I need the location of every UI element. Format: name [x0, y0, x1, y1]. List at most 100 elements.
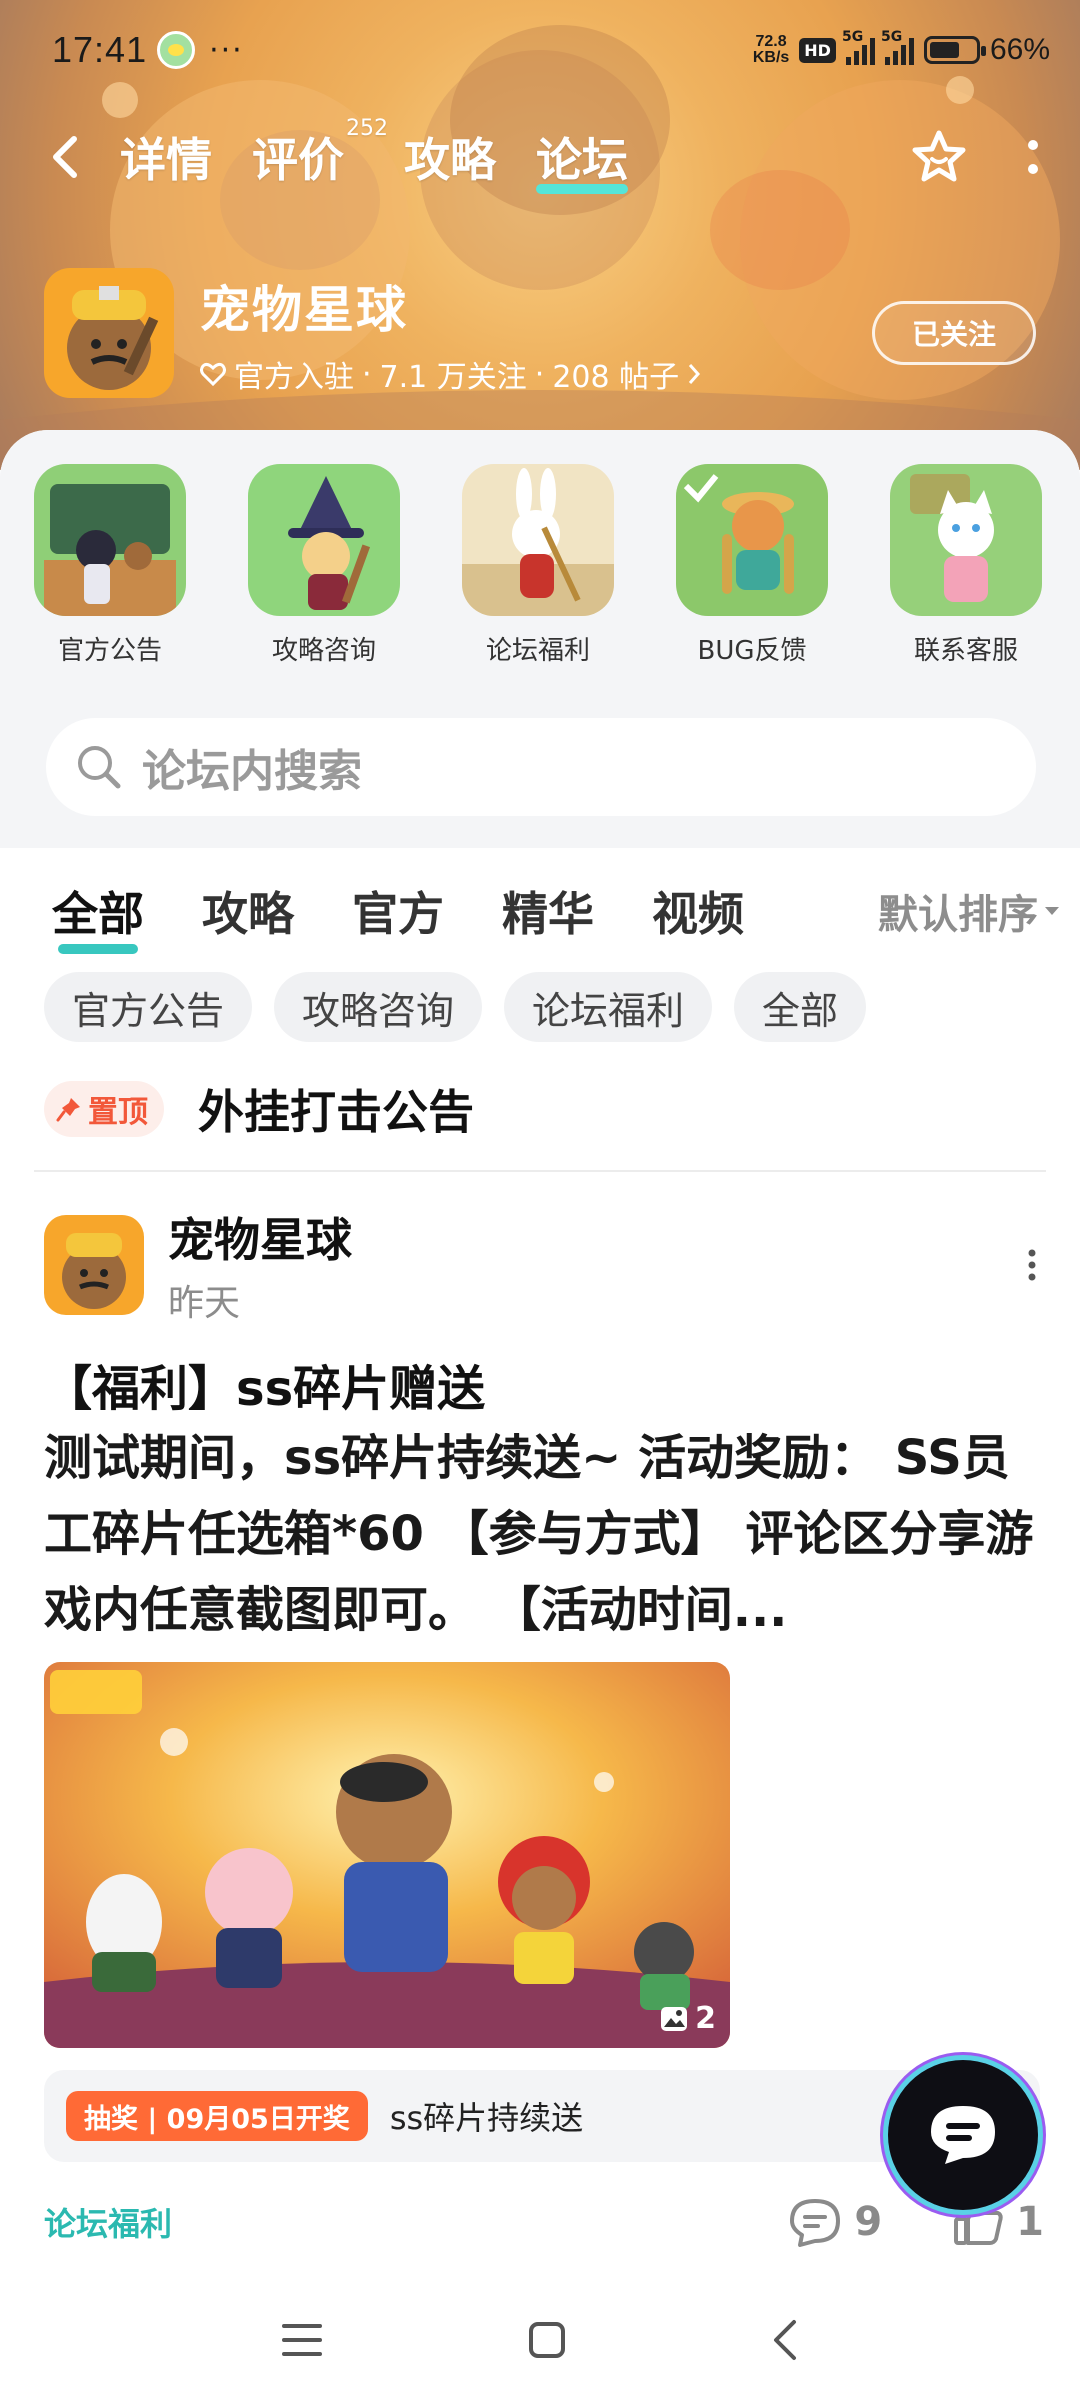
shortcut-guide-consult-image	[248, 464, 400, 616]
network-speed-unit: KB/s	[752, 49, 790, 66]
tab-guides[interactable]: 攻略	[404, 124, 496, 190]
author-info: 宠物星球 昨天	[168, 1204, 352, 1326]
back-button[interactable]	[50, 127, 100, 187]
sort-label: 默认排序	[878, 892, 1038, 938]
section-divider	[34, 1170, 1046, 1172]
forum-search-bar[interactable]: 论坛内搜索	[46, 718, 1036, 816]
tab-reviews-label: 评价	[252, 133, 344, 187]
pinned-title[interactable]: 外挂打击公告	[198, 1076, 474, 1142]
back-icon[interactable]	[772, 2319, 798, 2361]
post-stats: 9 1	[718, 2197, 1044, 2247]
like-count: 1	[1016, 2199, 1044, 2245]
post-image-art	[44, 1662, 730, 2048]
search-icon	[78, 746, 121, 789]
post-image[interactable]: 2	[44, 1662, 730, 2048]
chat-fab-button[interactable]	[888, 2060, 1038, 2210]
pin-icon	[56, 1098, 80, 1122]
chevron-left-icon	[53, 136, 77, 178]
game-info: 宠物星球 官方入驻 · 7.1 万关注 · 208 帖子	[200, 270, 701, 396]
shortcut-label: 官方公告	[57, 636, 162, 666]
shortcut-customer-service-image	[890, 464, 1042, 616]
signal-icon: 5G	[842, 29, 875, 65]
pinned-badge-label: 置顶	[88, 1095, 148, 1130]
post-category-tag[interactable]: 论坛福利	[44, 2199, 172, 2245]
home-icon[interactable]	[527, 2320, 567, 2360]
comment-icon	[790, 2199, 841, 2247]
shortcut-forum-welfare-image	[462, 464, 614, 616]
more-notifications-icon: ···	[209, 32, 244, 68]
review-count: 252	[346, 116, 388, 141]
filter-tab-official[interactable]: 官方	[352, 878, 444, 944]
post-header: 宠物星球 昨天	[44, 1210, 1044, 1324]
game-title: 宠物星球	[200, 281, 408, 339]
status-bar: 17:41 ··· 72.8 KB/s HD 5G 5G 66%	[52, 26, 1050, 74]
star-outline-icon[interactable]	[910, 129, 968, 185]
sort-dropdown[interactable]: 默认排序	[878, 882, 1060, 940]
lottery-tag: 抽奖 | 09月05日开奖	[66, 2091, 368, 2141]
game-info-row: 宠物星球 官方入驻 · 7.1 万关注 · 208 帖子 已关注	[44, 268, 1036, 398]
comment-count: 9	[854, 2199, 883, 2245]
shortcut-customer-service[interactable]: 联系客服	[890, 464, 1042, 667]
game-header: 17:41 ··· 72.8 KB/s HD 5G 5G 66% 详情 评价 2…	[0, 0, 1080, 470]
network-type: 5G	[841, 29, 864, 45]
filter-tabs: 全部 攻略 官方 精华 视频 默认排序	[52, 876, 1060, 954]
chat-bubble-icon	[931, 2106, 995, 2164]
chip-official-notice[interactable]: 官方公告	[44, 972, 253, 1042]
shortcut-official-notice-image	[34, 464, 186, 616]
shortcut-label: 论坛福利	[485, 636, 590, 666]
battery-fill	[929, 42, 959, 58]
battery-icon	[923, 36, 986, 64]
official-label: 官方入驻	[234, 360, 354, 395]
shortcut-guide-consult[interactable]: 攻略咨询	[248, 464, 400, 667]
caret-down-icon	[1045, 907, 1059, 915]
system-nav-bar	[0, 2280, 1080, 2400]
chip-all[interactable]: 全部	[734, 972, 867, 1042]
chip-forum-welfare[interactable]: 论坛福利	[504, 972, 713, 1042]
game-icon[interactable]	[44, 268, 174, 398]
gallery-icon	[661, 2006, 688, 2031]
meta-separator: ·	[534, 356, 545, 392]
tab-forum[interactable]: 论坛	[536, 124, 628, 194]
shortcut-bug-report[interactable]: BUG反馈	[676, 464, 828, 667]
chip-guide-consult[interactable]: 攻略咨询	[274, 972, 483, 1042]
status-time: 17:41	[52, 29, 148, 70]
shortcut-label: 联系客服	[913, 636, 1018, 666]
pinned-post[interactable]: 置顶 外挂打击公告	[44, 1074, 1036, 1144]
shortcut-label: BUG反馈	[697, 636, 807, 666]
shortcut-bug-report-image	[676, 464, 828, 616]
more-vertical-icon[interactable]	[1026, 137, 1040, 177]
post-body: 测试期间，ss碎片持续送~ 活动奖励： SS员工碎片任选箱*60 【参与方式】 …	[44, 1430, 1034, 1638]
post-footer: 论坛福利 9 1	[44, 2192, 1044, 2252]
game-meta[interactable]: 官方入驻 · 7.1 万关注 · 208 帖子	[200, 352, 701, 396]
tab-details[interactable]: 详情	[120, 124, 212, 190]
category-chips: 官方公告 攻略咨询 论坛福利 全部	[44, 972, 867, 1042]
comment-button[interactable]: 9	[788, 2197, 882, 2247]
chevron-right-icon	[689, 364, 701, 384]
post-title: 【福利】ss碎片赠送	[44, 1361, 486, 1417]
post-time: 昨天	[168, 1283, 241, 1324]
author-name[interactable]: 宠物星球	[168, 1204, 352, 1270]
follow-button[interactable]: 已关注	[872, 301, 1036, 365]
shortcut-official-notice[interactable]: 官方公告	[34, 464, 186, 667]
pinned-badge: 置顶	[44, 1081, 164, 1137]
meta-separator: ·	[362, 356, 372, 392]
notification-app-icon	[157, 31, 196, 69]
post-more-button[interactable]	[1012, 1235, 1052, 1295]
filter-tab-video[interactable]: 视频	[652, 878, 744, 944]
network-type-2: 5G	[880, 29, 903, 45]
image-count-badge: 2	[659, 2001, 716, 2036]
filter-tab-featured[interactable]: 精华	[502, 878, 594, 944]
shortcut-forum-welfare[interactable]: 论坛福利	[462, 464, 614, 667]
tab-reviews[interactable]: 评价 252	[252, 116, 388, 190]
filter-tab-all[interactable]: 全部	[52, 878, 144, 954]
heart-shield-icon	[200, 362, 226, 386]
quick-panel: 官方公告 攻略咨询 论坛福利 BUG反馈 联系客服 论坛内搜索	[0, 430, 1080, 848]
avatar[interactable]	[44, 1215, 144, 1315]
post-card[interactable]: 宠物星球 昨天 【福利】ss碎片赠送 测试期间，ss碎片持续送~ 活动奖励： S…	[44, 1210, 1044, 2252]
top-nav: 详情 评价 252 攻略 论坛	[50, 116, 1040, 194]
battery-percent: 66%	[989, 33, 1050, 66]
filter-tab-guides[interactable]: 攻略	[202, 878, 294, 944]
menu-icon[interactable]	[282, 2322, 323, 2358]
search-input[interactable]: 论坛内搜索	[142, 735, 362, 799]
hd-voice-icon: HD	[799, 37, 836, 63]
